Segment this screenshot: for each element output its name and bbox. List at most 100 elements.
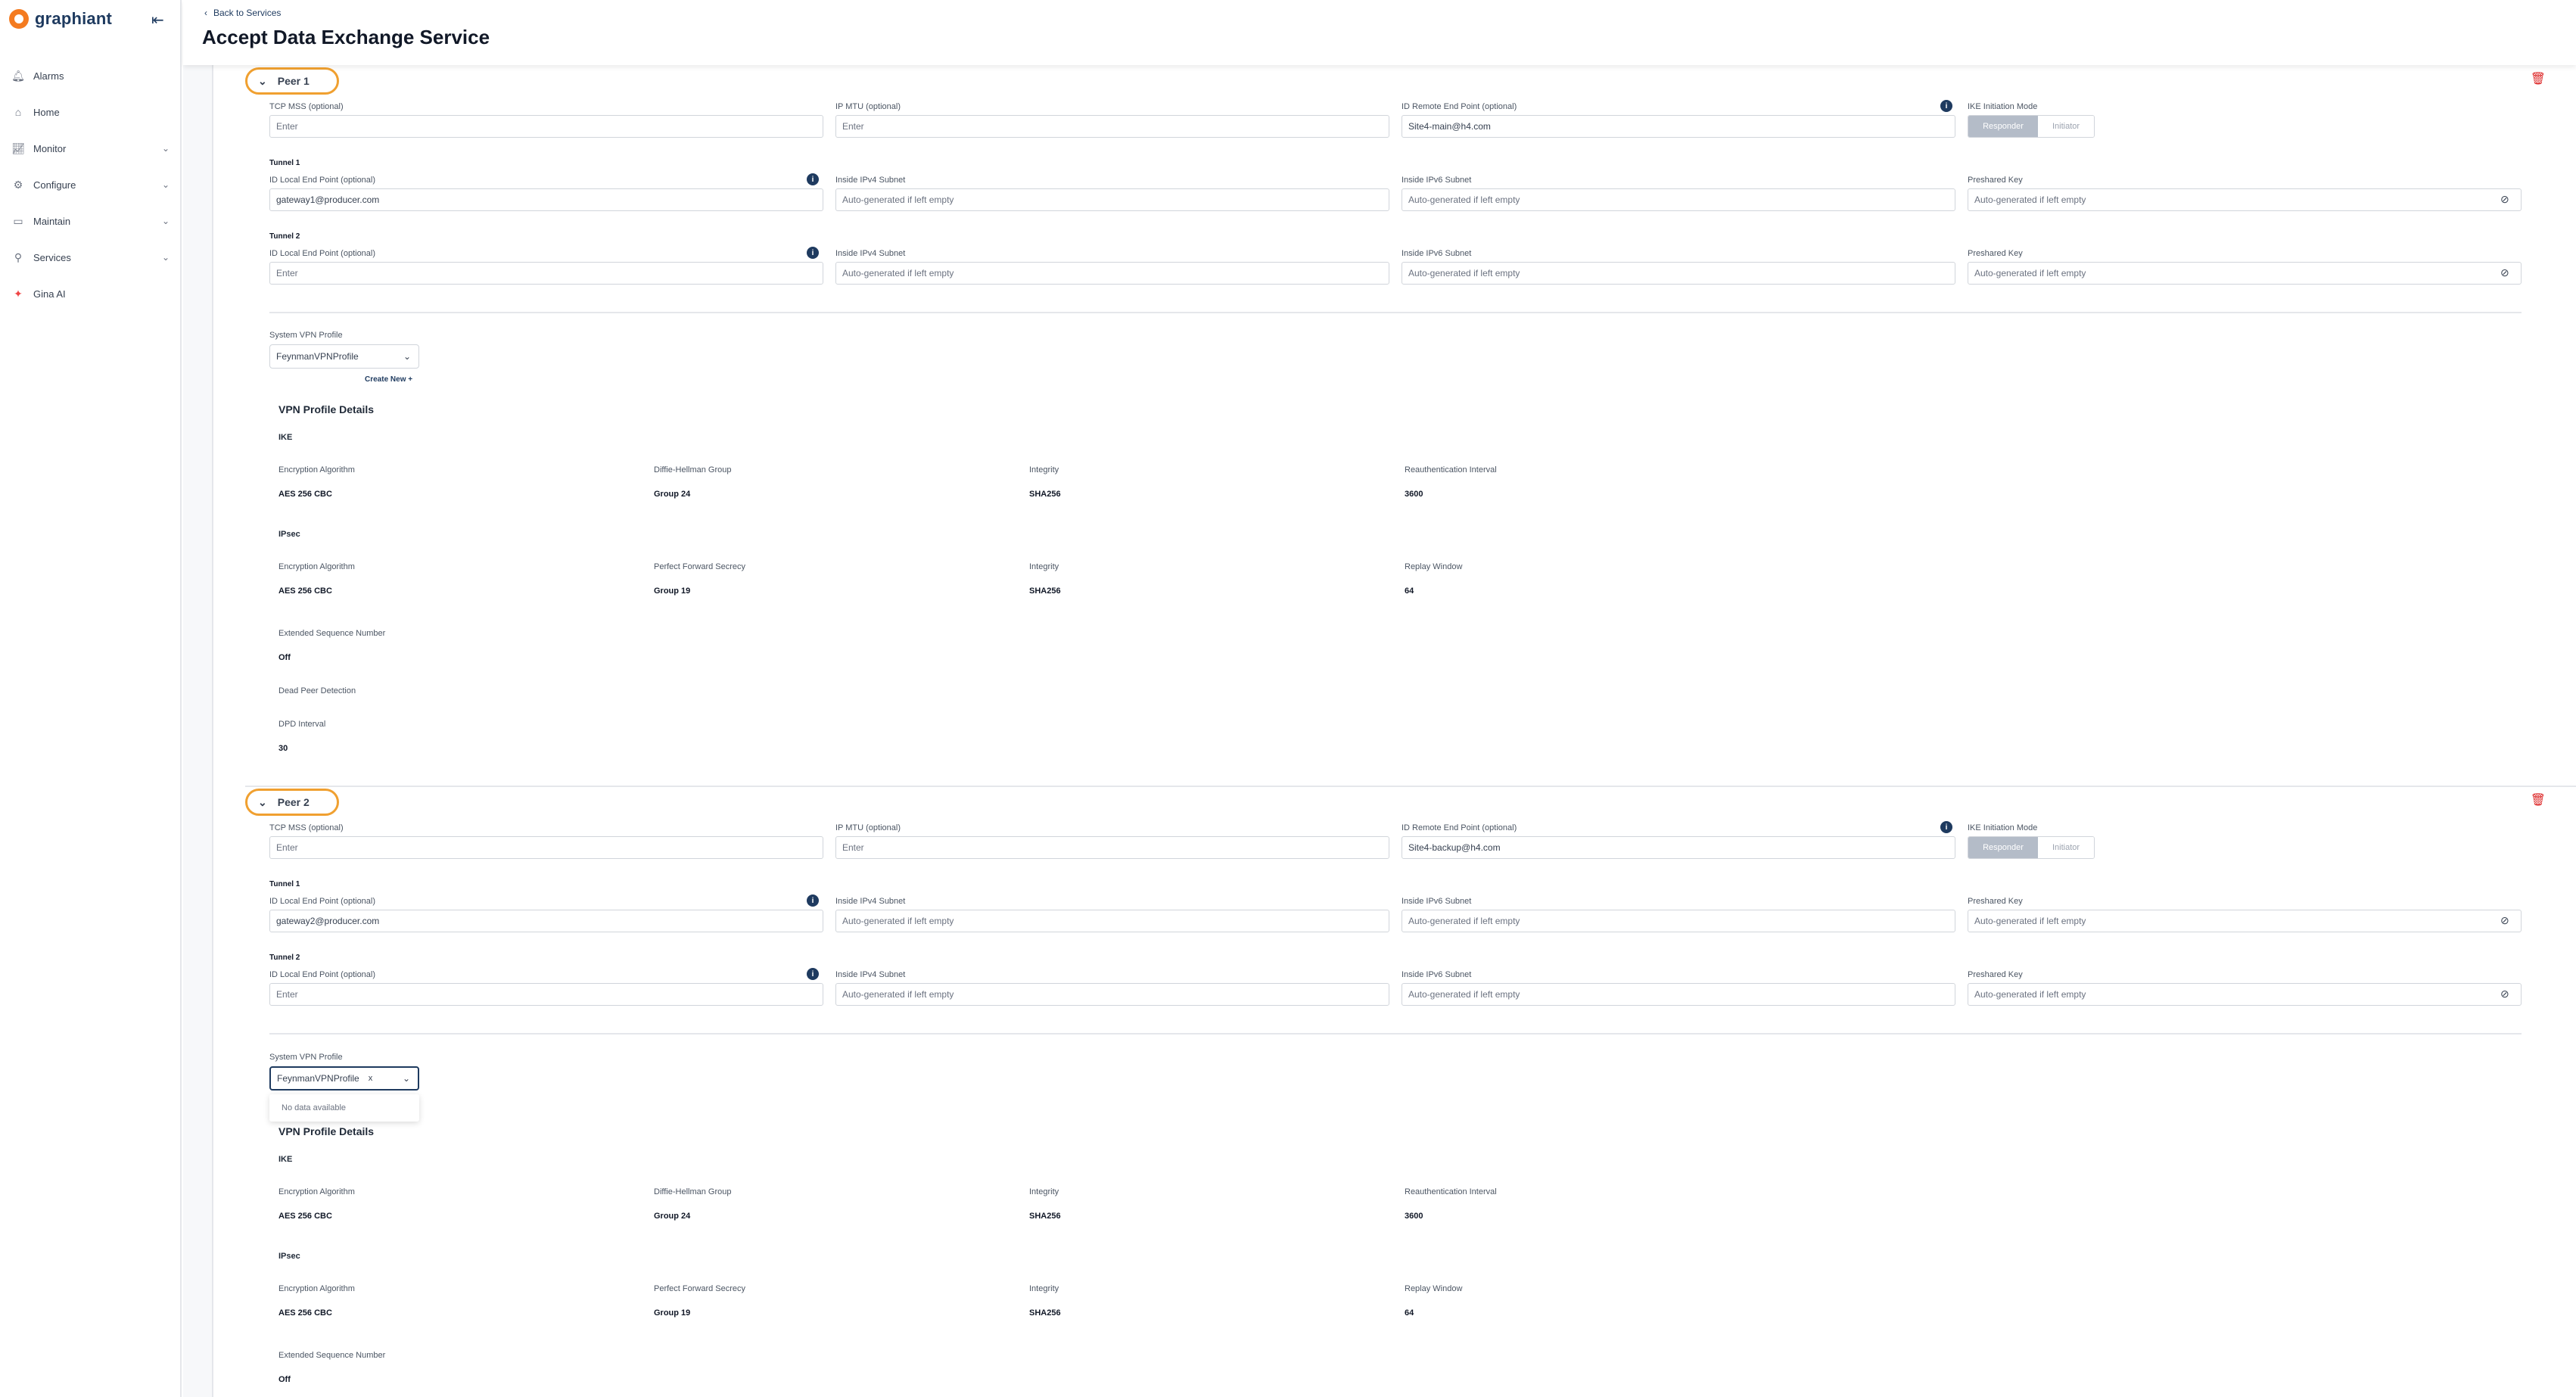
responder-option[interactable]: Responder — [1968, 837, 2038, 858]
vpn-profile-dropdown: No data available — [269, 1094, 419, 1122]
psk-label: Preshared Key — [1968, 249, 2023, 258]
peer-1-tunnel-2-ipv6-input[interactable]: Auto-generated if left empty — [1402, 262, 1955, 285]
ike-heading: IKE — [278, 1155, 293, 1164]
peer-1-tunnel-1-psk-input[interactable]: Auto-generated if left empty — [1968, 188, 2522, 211]
detail-value: 30 — [278, 744, 288, 753]
peer-1-vpn-profile-select[interactable]: FeynmanVPNProfile ⌄ — [269, 344, 419, 369]
chevron-down-icon: ⌄ — [258, 795, 267, 808]
peer-1-tunnel-2-ipv4-input[interactable]: Auto-generated if left empty — [835, 262, 1389, 285]
detail-label: Encryption Algorithm — [278, 1187, 355, 1196]
peer-1-tunnel-1-ipv6-input[interactable]: Auto-generated if left empty — [1402, 188, 1955, 211]
sidebar-item-services[interactable]: ⚲ Services ⌄ — [0, 239, 180, 275]
peer-2-tunnel-1-psk-input[interactable]: Auto-generated if left empty — [1968, 910, 2522, 932]
detail-label: Reauthentication Interval — [1405, 465, 1497, 474]
peer-2-tunnel-1-id-local-input[interactable]: gateway2@producer.com — [269, 910, 823, 932]
info-icon[interactable]: i — [807, 895, 819, 907]
peer-2-tunnel-1-ipv6-input[interactable]: Auto-generated if left empty — [1402, 910, 1955, 932]
eye-off-icon[interactable]: ⊘ — [2500, 266, 2509, 279]
initiator-option[interactable]: Initiator — [2038, 116, 2094, 137]
ipv4-label: Inside IPv4 Subnet — [835, 249, 906, 258]
detail-value: SHA256 — [1029, 1308, 1061, 1318]
peer-2-tunnel-2-ipv6-input[interactable]: Auto-generated if left empty — [1402, 983, 1955, 1006]
detail-value: 3600 — [1405, 1212, 1423, 1221]
peer-2-tcp-mss-input[interactable]: Enter — [269, 836, 823, 859]
vpn-profile-details-heading: VPN Profile Details — [278, 1125, 375, 1137]
info-icon[interactable]: i — [1940, 821, 1952, 833]
info-icon[interactable]: i — [807, 247, 819, 259]
sidebar-item-monitor[interactable]: 📈︎ Monitor ⌄ — [0, 130, 180, 166]
chevron-down-icon: ⌄ — [161, 179, 170, 190]
detail-label: Encryption Algorithm — [278, 1284, 355, 1293]
peer-2-tunnel-1-ipv4-input[interactable]: Auto-generated if left empty — [835, 910, 1389, 932]
info-icon[interactable]: i — [1940, 100, 1952, 112]
info-icon[interactable]: i — [807, 968, 819, 980]
ike-heading: IKE — [278, 433, 293, 442]
clear-icon[interactable]: x — [369, 1074, 373, 1083]
tcp-mss-label: TCP MSS (optional) — [269, 823, 344, 832]
logo-text: graphiant — [35, 9, 113, 28]
peer-1-tunnel-2-id-local-input[interactable]: Enter — [269, 262, 823, 285]
eye-off-icon[interactable]: ⊘ — [2500, 988, 2509, 1000]
peer-2-id-remote-input[interactable]: Site4-backup@h4.com — [1402, 836, 1955, 859]
eye-off-icon[interactable]: ⊘ — [2500, 193, 2509, 206]
detail-label: Integrity — [1029, 465, 1059, 474]
sidebar: graphiant ⇤ 🔔︎ Alarms ⌂ Home 📈︎ Monitor ⌄ ⚙ C… — [0, 0, 182, 1397]
delete-peer-2-icon[interactable]: 🗑︎ — [2531, 792, 2546, 807]
id-local-label: ID Local End Point (optional) — [269, 897, 376, 906]
peer-2-ip-mtu-input[interactable]: Enter — [835, 836, 1389, 859]
sidebar-item-alarms[interactable]: 🔔︎ Alarms — [0, 58, 180, 94]
main-content: ⌄ Peer 1 🗑︎ TCP MSS (optional) Enter IP M… — [183, 65, 2576, 1397]
peer-1-tunnel-2-psk-input[interactable]: Auto-generated if left empty — [1968, 262, 2522, 285]
page-title: Accept Data Exchange Service — [202, 26, 490, 48]
sidebar-item-gina-ai[interactable]: ✦ Gina AI — [0, 275, 180, 312]
sidebar-item-label: Configure — [33, 179, 76, 191]
delete-peer-1-icon[interactable]: 🗑︎ — [2531, 71, 2546, 86]
create-new-link[interactable]: Create New + — [365, 375, 412, 384]
initiator-option[interactable]: Initiator — [2038, 837, 2094, 858]
tunnel-2-heading: Tunnel 2 — [269, 232, 300, 241]
sidebar-item-configure[interactable]: ⚙ Configure ⌄ — [0, 166, 180, 203]
peer-1-tunnel-1-id-local-input[interactable]: gateway1@producer.com — [269, 188, 823, 211]
peer-1-ip-mtu-input[interactable]: Enter — [835, 115, 1389, 138]
peer-divider — [245, 786, 2576, 787]
chevron-down-icon: ⌄ — [161, 216, 170, 226]
chevron-down-icon: ⌄ — [161, 252, 170, 263]
sidebar-item-label: Services — [33, 251, 71, 263]
eye-off-icon[interactable]: ⊘ — [2500, 914, 2509, 927]
detail-label: Replay Window — [1405, 562, 1463, 571]
ipv4-label: Inside IPv4 Subnet — [835, 970, 906, 979]
peer-2-header[interactable]: ⌄ Peer 2 — [245, 789, 339, 816]
sidebar-item-maintain[interactable]: ▭ Maintain ⌄ — [0, 203, 180, 239]
detail-value: Off — [278, 653, 291, 662]
services-icon: ⚲ — [14, 250, 23, 263]
ipsec-heading: IPsec — [278, 1252, 300, 1261]
back-to-services-link[interactable]: ‹ Back to Services — [204, 8, 281, 18]
detail-value: AES 256 CBC — [278, 1212, 332, 1221]
vpn-profile-label: System VPN Profile — [269, 331, 343, 340]
peer-1-id-remote-input[interactable]: Site4-main@h4.com — [1402, 115, 1955, 138]
peer-2-tunnel-2-id-local-input[interactable]: Enter — [269, 983, 823, 1006]
collapse-sidebar-icon[interactable]: ⇤ — [151, 11, 164, 30]
detail-value: Group 19 — [654, 586, 691, 596]
detail-value: 64 — [1405, 1308, 1414, 1318]
detail-label: Encryption Algorithm — [278, 562, 355, 571]
logo[interactable]: graphiant — [9, 9, 112, 29]
peer-2-tunnel-2-ipv4-input[interactable]: Auto-generated if left empty — [835, 983, 1389, 1006]
peer-2-vpn-profile-select[interactable]: FeynmanVPNProfile x ⌄ — [269, 1066, 419, 1091]
detail-value: Group 19 — [654, 1308, 691, 1318]
info-icon[interactable]: i — [807, 173, 819, 185]
detail-value: Off — [278, 1375, 291, 1384]
id-remote-label: ID Remote End Point (optional) — [1402, 823, 1517, 832]
peer-1-header[interactable]: ⌄ Peer 1 — [245, 67, 339, 95]
peer-1-tunnel-1-ipv4-input[interactable]: Auto-generated if left empty — [835, 188, 1389, 211]
peer-1-tcp-mss-input[interactable]: Enter — [269, 115, 823, 138]
detail-label: Diffie-Hellman Group — [654, 465, 732, 474]
id-local-label: ID Local End Point (optional) — [269, 970, 376, 979]
vpn-profile-label: System VPN Profile — [269, 1053, 343, 1062]
responder-option[interactable]: Responder — [1968, 116, 2038, 137]
peer-2-tunnel-2-psk-input[interactable]: Auto-generated if left empty — [1968, 983, 2522, 1006]
detail-value: AES 256 CBC — [278, 1308, 332, 1318]
back-label: Back to Services — [213, 8, 282, 18]
detail-value: Group 24 — [654, 490, 691, 499]
sidebar-item-home[interactable]: ⌂ Home — [0, 94, 180, 130]
